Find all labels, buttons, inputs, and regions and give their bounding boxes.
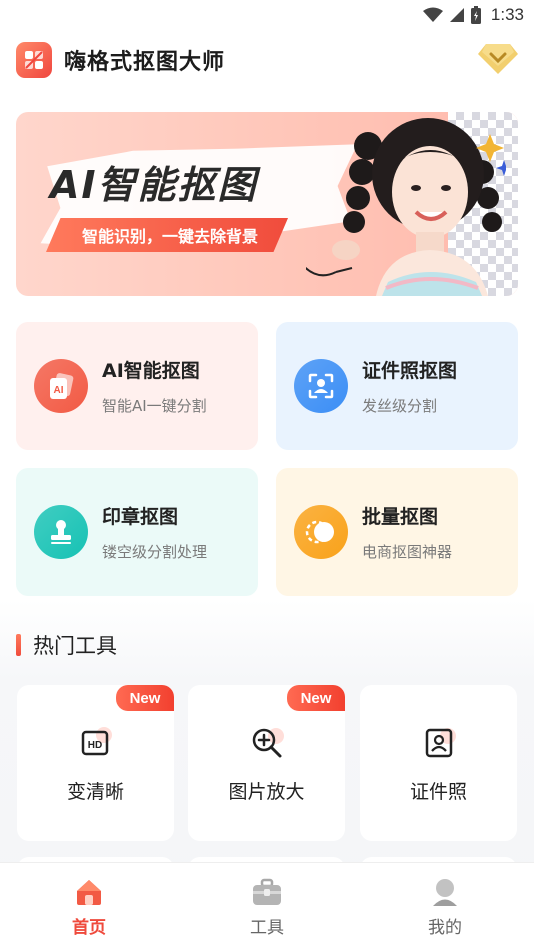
feature-title: 证件照抠图 [362, 360, 458, 382]
signal-icon [449, 8, 464, 22]
nav-label-home: 首页 [72, 918, 106, 938]
app-header: 嗨格式抠图大师 [16, 40, 518, 80]
feature-subtitle: 电商抠图神器 [362, 543, 453, 561]
feature-subtitle: 镂空级分割处理 [102, 543, 208, 561]
feature-subtitle: 智能AI一键分割 [102, 397, 207, 415]
new-badge: New [287, 685, 345, 711]
new-badge: New [116, 685, 174, 711]
app-logo [16, 42, 52, 78]
banner-model-image [306, 118, 506, 296]
tool-label: 图片放大 [228, 781, 305, 803]
section-title: 热门工具 [33, 634, 117, 658]
tool-label: 证件照 [409, 781, 467, 803]
tool-card-upscale[interactable]: New 图片放大 [188, 685, 345, 841]
nav-label-profile: 我的 [428, 918, 462, 938]
banner-title: AI智能抠图 [50, 163, 258, 207]
feature-card-id-photo[interactable]: 证件照抠图 发丝级分割 [276, 322, 518, 450]
logo-icon [25, 51, 43, 69]
tool-card-id-photo[interactable]: 证件照 [360, 685, 517, 841]
banner-subtitle: 智能识别，一键去除背景 [46, 218, 289, 252]
id-card-icon [425, 728, 456, 758]
stamp-icon [34, 505, 88, 559]
status-bar: 1:33 [0, 0, 534, 30]
feature-title: 批量抠图 [362, 506, 439, 528]
feature-subtitle: 发丝级分割 [362, 397, 438, 415]
hd-icon: HD [81, 727, 112, 756]
nav-item-home[interactable]: 首页 [0, 863, 178, 950]
svg-text:HD: HD [88, 740, 102, 751]
home-icon [77, 880, 101, 905]
toolbox-icon [253, 878, 281, 905]
feature-card-ai-cutout[interactable]: AI AI智能抠图 智能AI一键分割 [16, 322, 258, 450]
section-header-hot-tools: 热门工具 [16, 630, 117, 660]
app-title: 嗨格式抠图大师 [64, 50, 226, 75]
nav-item-tools[interactable]: 工具 [178, 863, 356, 950]
profile-icon [433, 879, 457, 906]
wifi-icon [422, 7, 443, 22]
ai-cutout-icon: AI [34, 359, 88, 413]
section-accent-bar [16, 634, 21, 656]
id-photo-icon [294, 359, 348, 413]
tool-label: 变清晰 [66, 781, 124, 803]
vip-diamond-icon[interactable] [478, 40, 518, 76]
nav-label-tools: 工具 [250, 918, 284, 938]
status-time: 1:33 [490, 5, 524, 24]
feature-card-stamp[interactable]: 印章抠图 镂空级分割处理 [16, 468, 258, 596]
svg-text:AI: AI [54, 385, 64, 396]
nav-item-profile[interactable]: 我的 [356, 863, 534, 950]
feature-title: AI智能抠图 [102, 360, 200, 382]
zoom-in-icon [252, 728, 284, 758]
tool-card-enhance[interactable]: New HD 变清晰 [17, 685, 174, 841]
bottom-navigation: 首页 工具 我的 [0, 862, 534, 950]
battery-icon [470, 6, 481, 24]
feature-card-batch[interactable]: 批量抠图 电商抠图神器 [276, 468, 518, 596]
feature-title: 印章抠图 [102, 506, 179, 528]
promo-banner[interactable]: AI智能抠图 智能识别，一键去除背景 [16, 112, 518, 296]
batch-icon [294, 505, 348, 559]
